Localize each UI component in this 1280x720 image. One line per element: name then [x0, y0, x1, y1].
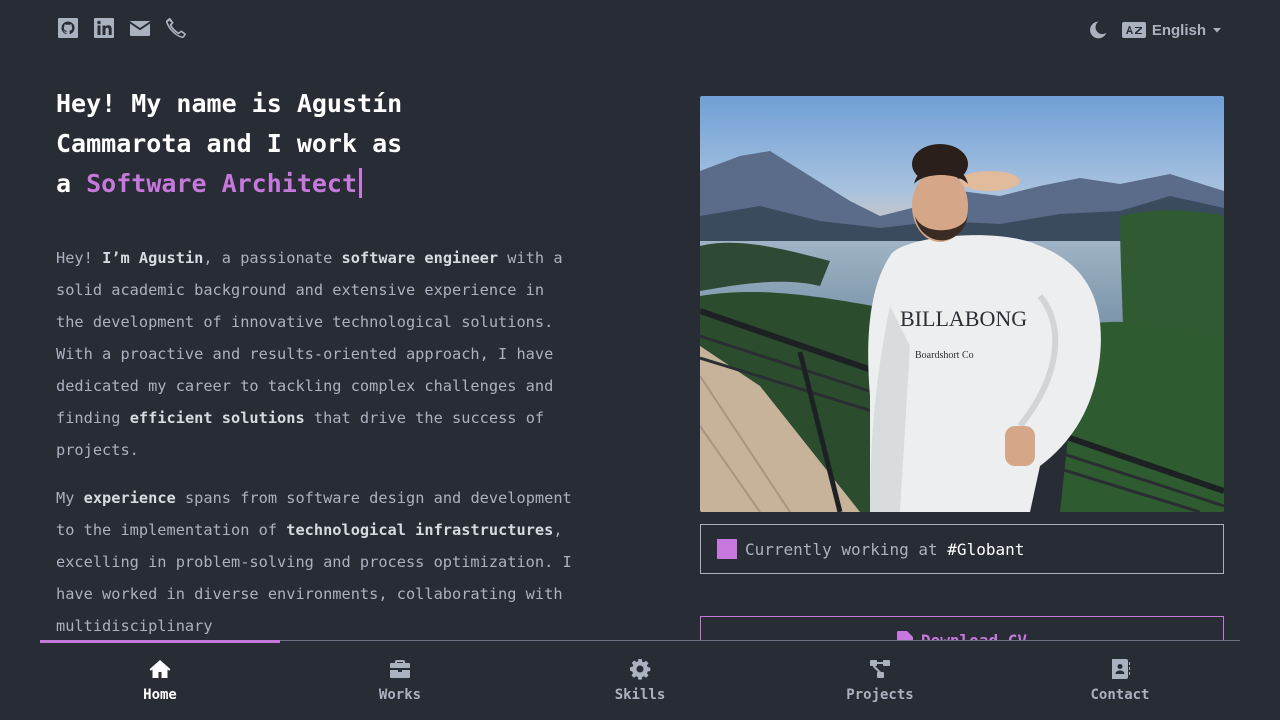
accent-square: [717, 539, 737, 559]
language-icon: [1121, 22, 1146, 38]
nav-item-contact[interactable]: Contact: [1000, 641, 1240, 720]
briefcase-icon: [388, 657, 412, 687]
nav-label-contact: Contact: [1090, 687, 1150, 703]
contact-card-icon: [1108, 657, 1132, 687]
svg-text:Boardshort Co: Boardshort Co: [915, 350, 974, 361]
hero-role: Software Architect: [86, 169, 358, 198]
diagram-icon: [868, 657, 892, 687]
nav-item-home[interactable]: Home: [40, 641, 280, 720]
top-bar: English: [0, 0, 1280, 60]
current-job-label: Currently working at: [745, 539, 948, 559]
linkedin-icon[interactable]: [92, 16, 116, 40]
about-p2-segment-3: technological infrastructures: [286, 521, 554, 539]
typing-caret: [359, 168, 363, 198]
nav-label-skills: Skills: [614, 687, 666, 703]
phone-icon[interactable]: [164, 16, 188, 40]
about-p1-segment-0: Hey!: [56, 249, 103, 267]
nav-item-works[interactable]: Works: [280, 641, 520, 720]
about-text: Hey! I’m Agustin, a passionate software …: [56, 242, 576, 658]
current-job: Currently working at #Globant: [700, 524, 1224, 574]
social-links: [56, 16, 188, 40]
bottom-navigation: Home Works Skills Projects Contact: [40, 640, 1240, 720]
about-p1-segment-1: I’m Agustin: [102, 249, 204, 267]
nav-item-projects[interactable]: Projects: [760, 641, 1000, 720]
about-paragraph-1: Hey! I’m Agustin, a passionate software …: [56, 242, 576, 466]
about-p1-segment-3: software engineer: [341, 249, 499, 267]
language-selector[interactable]: English: [1121, 21, 1222, 39]
about-p2-segment-1: experience: [83, 489, 176, 507]
nav-label-works: Works: [378, 687, 422, 703]
svg-text:BILLABONG: BILLABONG: [900, 306, 1027, 331]
moon-icon[interactable]: [1088, 20, 1108, 40]
email-icon[interactable]: [128, 16, 152, 40]
top-right-controls: English: [1088, 20, 1222, 40]
about-p1-segment-2: , a passionate: [203, 249, 342, 267]
nav-item-skills[interactable]: Skills: [520, 641, 760, 720]
hero-line-2: Cammarota and I work as: [56, 129, 403, 158]
hero-title: Hey! My name is Agustín Cammarota and I …: [56, 84, 456, 204]
nav-label-home: Home: [143, 687, 177, 703]
home-icon: [148, 657, 172, 687]
current-company: #Globant: [947, 539, 1025, 559]
about-p1-segment-4: with a solid academic background and ext…: [56, 249, 563, 427]
active-nav-indicator: [40, 640, 280, 643]
about-p2-segment-0: My: [56, 489, 84, 507]
about-p1-segment-5: efficient solutions: [129, 409, 305, 427]
gear-icon: [628, 657, 652, 687]
profile-photo: BILLABONG Boardshort Co: [700, 96, 1224, 512]
hero-prefix: a: [56, 169, 87, 198]
hero-line-1: Hey! My name is Agustín: [56, 89, 403, 118]
language-label: English: [1151, 21, 1206, 39]
github-icon[interactable]: [56, 16, 80, 40]
chevron-down-icon: [1212, 25, 1222, 35]
about-paragraph-2: My experience spans from software design…: [56, 482, 576, 642]
nav-label-projects: Projects: [846, 687, 914, 703]
